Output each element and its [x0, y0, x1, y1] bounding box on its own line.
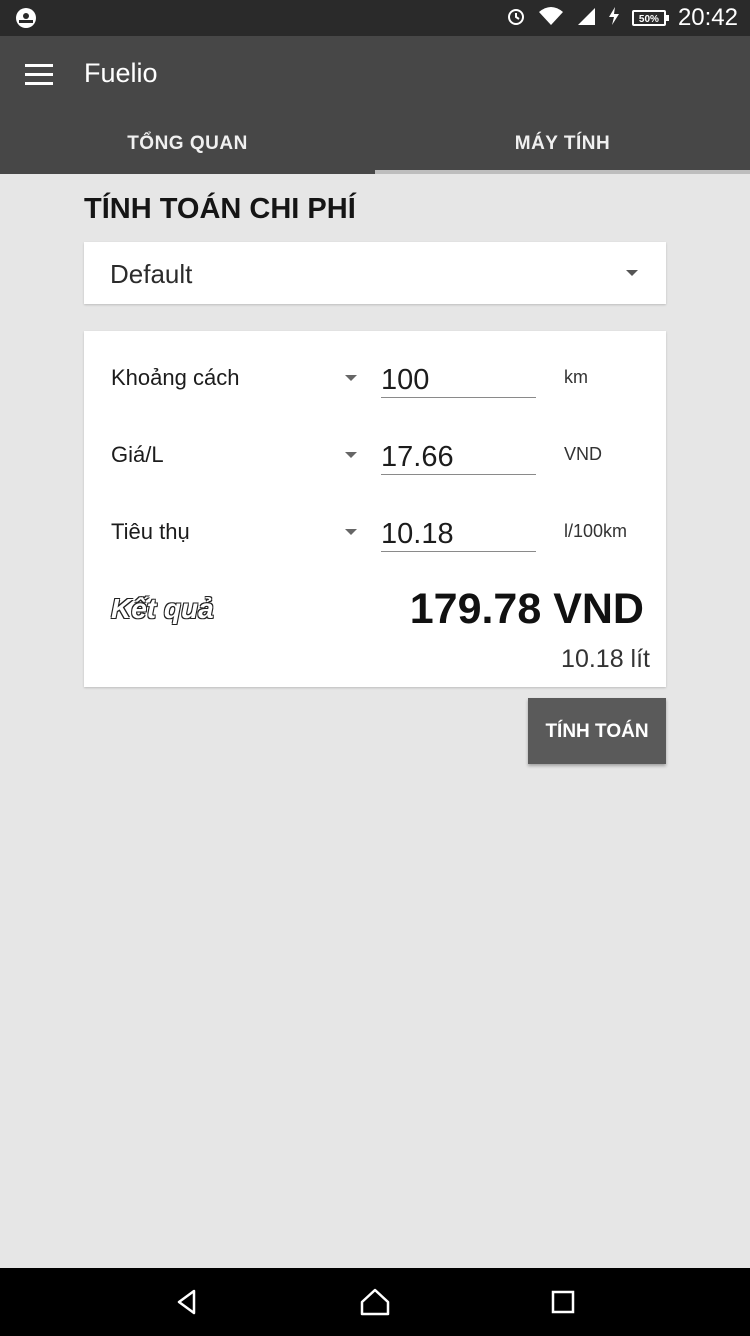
chevron-down-icon [626, 270, 638, 276]
back-icon[interactable] [172, 1286, 204, 1318]
navigation-bar [0, 1268, 750, 1336]
app-bar: Fuelio TỔNG QUAN MÁY TÍNH [0, 36, 750, 174]
tab-bar: TỔNG QUAN MÁY TÍNH [0, 124, 750, 174]
vehicle-select[interactable]: Default [84, 242, 666, 304]
wifi-icon [538, 6, 564, 30]
distance-unit: km [564, 367, 588, 387]
price-dropdown-icon[interactable] [345, 452, 357, 458]
vehicle-select-value: Default [110, 259, 193, 289]
tab-overview[interactable]: TỔNG QUAN [0, 124, 375, 174]
page-title: TÍNH TOÁN CHI PHÍ [84, 193, 356, 225]
menu-icon[interactable] [25, 64, 53, 88]
price-input[interactable]: 17.66 [381, 440, 536, 475]
status-bar: 50% 20:42 [0, 0, 750, 36]
price-row: Giá/L 17.66 VND [84, 418, 666, 478]
tab-calculator[interactable]: MÁY TÍNH [375, 124, 750, 174]
home-icon[interactable] [359, 1286, 391, 1318]
signal-icon [576, 6, 596, 30]
price-unit: VND [564, 444, 603, 464]
distance-label: Khoảng cách [111, 365, 240, 390]
app-notification-icon [14, 6, 38, 30]
result-label: Kết quả [111, 593, 214, 624]
consumption-label: Tiêu thụ [111, 519, 190, 544]
consumption-input[interactable]: 10.18 [381, 517, 536, 552]
app-title: Fuelio [84, 58, 158, 88]
battery-icon: 50% [631, 10, 669, 26]
charging-icon [608, 6, 620, 30]
alarm-icon [506, 6, 526, 30]
consumption-row: Tiêu thụ 10.18 l/100km [84, 495, 666, 555]
calculator-card: Khoảng cách 100 km Giá/L 17.66 VND Tiêu … [84, 331, 666, 687]
price-label: Giá/L [111, 442, 164, 467]
calculate-button[interactable]: TÍNH TOÁN [528, 698, 666, 764]
clock: 20:42 [677, 4, 738, 31]
result-fuel: 10.18 lít [561, 645, 650, 673]
distance-row: Khoảng cách 100 km [84, 341, 666, 401]
recents-icon[interactable] [547, 1286, 579, 1318]
consumption-unit: l/100km [564, 521, 628, 541]
consumption-dropdown-icon[interactable] [345, 529, 357, 535]
distance-dropdown-icon[interactable] [345, 375, 357, 381]
distance-input[interactable]: 100 [381, 363, 536, 398]
result-cost: 179.78 VND [409, 585, 644, 633]
